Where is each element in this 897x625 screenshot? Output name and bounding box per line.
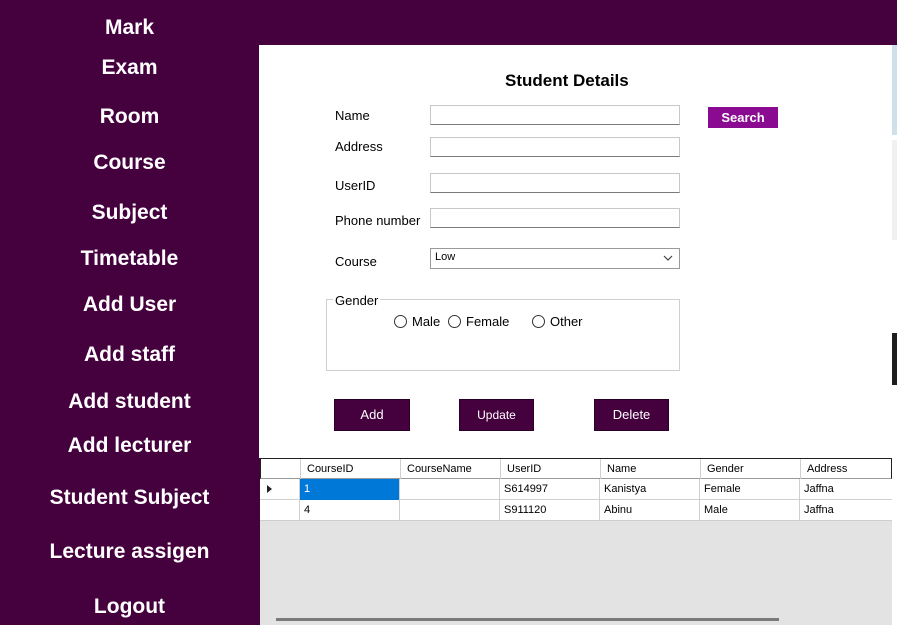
sidebar-item-student-subject[interactable]: Student Subject	[0, 485, 259, 511]
students-grid[interactable]: CourseID CourseName UserID Name Gender A…	[260, 458, 892, 625]
column-header-courseid[interactable]: CourseID	[301, 459, 401, 479]
row-arrow-icon	[267, 485, 272, 493]
cell-name[interactable]: Abinu	[600, 500, 700, 521]
table-row[interactable]: 1 S614997 Kanistya Female Jaffna	[260, 479, 892, 500]
cell-address[interactable]: Jaffna	[800, 500, 892, 521]
cell-address[interactable]: Jaffna	[800, 479, 892, 500]
sidebar-item-add-student[interactable]: Add student	[0, 389, 259, 415]
sidebar-item-course[interactable]: Course	[0, 150, 259, 176]
delete-button[interactable]: Delete	[594, 399, 669, 431]
chevron-down-icon	[663, 255, 673, 261]
sidebar-item-room[interactable]: Room	[0, 104, 259, 130]
radio-circle	[394, 315, 407, 328]
name-label: Name	[335, 108, 370, 123]
page-title: Student Details	[505, 71, 629, 90]
gender-option-label: Other	[550, 314, 583, 329]
sidebar-item-add-user[interactable]: Add User	[0, 292, 259, 318]
sidebar-item-logout[interactable]: Logout	[0, 594, 259, 620]
sidebar-item-mark[interactable]: Mark	[0, 15, 259, 41]
horizontal-scrollbar[interactable]	[276, 618, 779, 621]
sidebar-item-subject[interactable]: Subject	[0, 200, 259, 226]
userid-label: UserID	[335, 178, 376, 193]
column-header-userid[interactable]: UserID	[501, 459, 601, 479]
column-header-address[interactable]: Address	[801, 459, 893, 479]
background-window-edge	[892, 140, 897, 240]
sidebar: Mark Exam Room Course Subject Timetable …	[0, 0, 259, 625]
phone-label: Phone number	[335, 213, 421, 228]
search-button[interactable]: Search	[708, 107, 778, 128]
background-window-edge	[892, 45, 897, 135]
cell-gender[interactable]: Female	[700, 479, 800, 500]
address-label: Address	[335, 139, 383, 154]
gender-option-label: Male	[412, 314, 441, 329]
cell-userid[interactable]: S614997	[500, 479, 600, 500]
userid-field[interactable]	[430, 173, 680, 193]
top-band	[259, 0, 897, 45]
row-header[interactable]	[260, 479, 300, 500]
sidebar-item-add-staff[interactable]: Add staff	[0, 342, 259, 368]
radio-circle	[448, 315, 461, 328]
background-window-edge	[892, 333, 897, 385]
gender-group-title: Gender	[333, 293, 381, 308]
address-field[interactable]	[430, 137, 680, 157]
cell-courseid[interactable]: 1	[300, 479, 400, 500]
column-header-coursename[interactable]: CourseName	[401, 459, 501, 479]
sidebar-item-timetable[interactable]: Timetable	[0, 246, 259, 272]
column-header-gender[interactable]: Gender	[701, 459, 801, 479]
sidebar-item-lecture-assigen[interactable]: Lecture assigen	[0, 539, 259, 565]
cell-coursename[interactable]	[400, 500, 500, 521]
column-header-name[interactable]: Name	[601, 459, 701, 479]
gender-option-label: Female	[466, 314, 510, 329]
cell-coursename[interactable]	[400, 479, 500, 500]
update-button[interactable]: Update	[459, 399, 534, 431]
course-select[interactable]: Low	[430, 248, 680, 269]
name-field[interactable]	[430, 105, 680, 125]
cell-userid[interactable]: S911120	[500, 500, 600, 521]
row-header[interactable]	[260, 500, 300, 521]
cell-courseid[interactable]: 4	[300, 500, 400, 521]
sidebar-item-exam[interactable]: Exam	[0, 55, 259, 81]
course-select-value: Low	[435, 251, 456, 263]
radio-circle	[532, 315, 545, 328]
course-label: Course	[335, 254, 377, 269]
grid-header: CourseID CourseName UserID Name Gender A…	[260, 458, 892, 479]
cell-name[interactable]: Kanistya	[600, 479, 700, 500]
gender-group	[326, 299, 680, 371]
cell-gender[interactable]: Male	[700, 500, 800, 521]
grid-corner-cell	[261, 459, 301, 479]
table-row[interactable]: 4 S911120 Abinu Male Jaffna	[260, 500, 892, 521]
phone-field[interactable]	[430, 208, 680, 228]
add-button[interactable]: Add	[334, 399, 410, 431]
sidebar-item-add-lecturer[interactable]: Add lecturer	[0, 433, 259, 459]
